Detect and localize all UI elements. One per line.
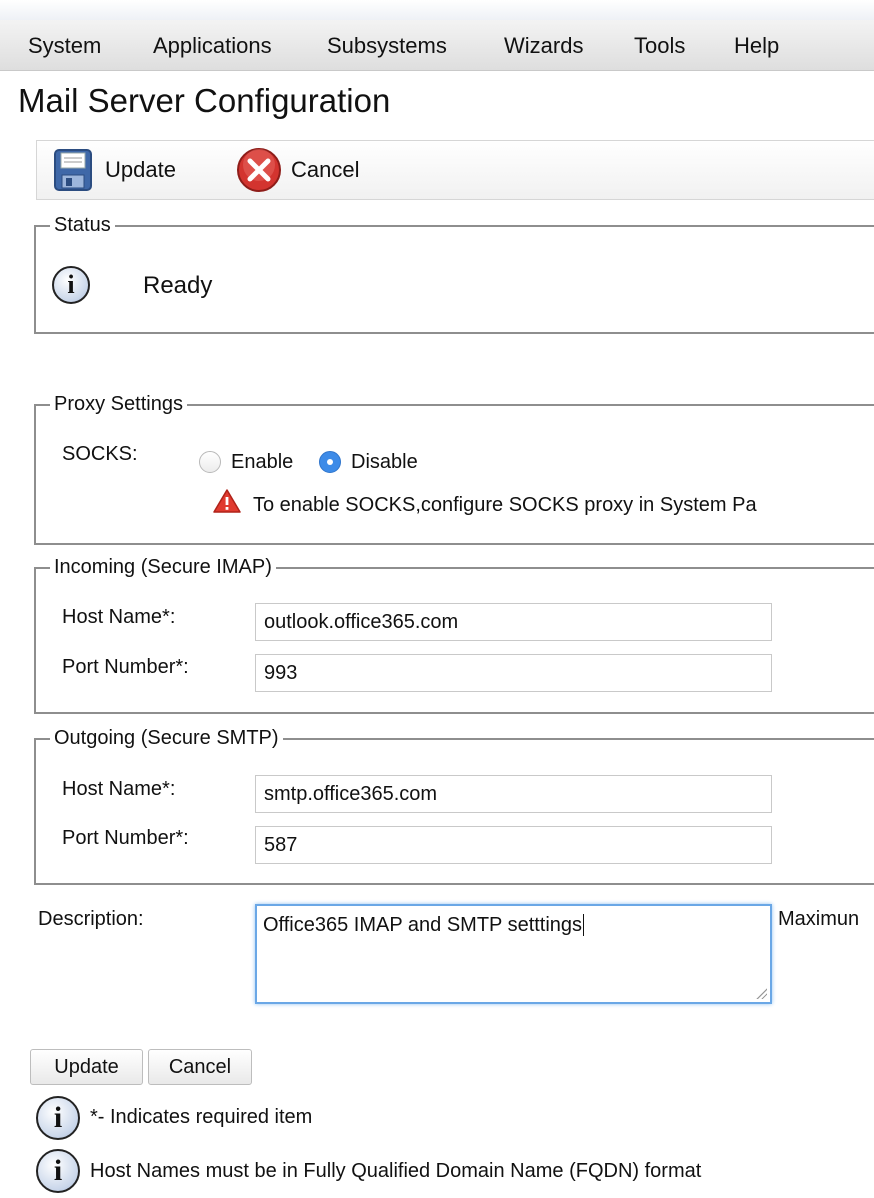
proxy-legend: Proxy Settings [54, 393, 183, 415]
socks-label: SOCKS: [62, 443, 138, 465]
status-text: Ready [143, 272, 213, 299]
menu-system[interactable]: System [28, 33, 101, 59]
incoming-host-label: Host Name*: [62, 606, 176, 628]
cancel-icon [237, 148, 281, 192]
description-label: Description: [38, 908, 144, 930]
info-icon: i [36, 1149, 80, 1193]
cancel-button[interactable]: Cancel [148, 1049, 252, 1085]
outgoing-host-input[interactable]: smtp.office365.com [255, 775, 772, 813]
outgoing-port-input[interactable]: 587 [255, 826, 772, 864]
window-top-strip [0, 0, 874, 20]
menu-bar: System Applications Subsystems Wizards T… [0, 20, 874, 71]
incoming-port-label: Port Number*: [62, 656, 189, 678]
description-text: Office365 IMAP and SMTP setttings [263, 914, 583, 936]
toolbar-cancel-button[interactable]: Cancel [235, 147, 359, 193]
socks-disable-radio[interactable] [319, 451, 341, 473]
status-legend: Status [54, 214, 111, 236]
menu-tools[interactable]: Tools [634, 33, 685, 59]
text-cursor [583, 914, 585, 936]
menu-applications[interactable]: Applications [153, 33, 272, 59]
resize-grip-icon[interactable] [755, 987, 767, 999]
socks-enable-label[interactable]: Enable [231, 451, 293, 474]
maximum-length-label: Maximun [778, 908, 860, 930]
toolbar-update-label: Update [105, 157, 176, 182]
info-icon: i [36, 1096, 80, 1140]
save-icon [54, 149, 92, 191]
fqdn-note: Host Names must be in Fully Qualified Do… [90, 1160, 702, 1182]
outgoing-legend: Outgoing (Secure SMTP) [54, 727, 279, 749]
incoming-host-input[interactable]: outlook.office365.com [255, 603, 772, 641]
socks-enable-radio[interactable] [199, 451, 221, 473]
info-icon: i [52, 266, 90, 304]
menu-help[interactable]: Help [734, 33, 779, 59]
required-note: *- Indicates required item [90, 1106, 313, 1128]
proxy-settings-panel: Proxy Settings [34, 393, 874, 545]
update-button[interactable]: Update [30, 1049, 143, 1085]
toolbar-update-button[interactable]: Update [53, 147, 176, 193]
menu-wizards[interactable]: Wizards [504, 33, 583, 59]
socks-warning-text: To enable SOCKS,configure SOCKS proxy in… [253, 494, 757, 516]
toolbar-cancel-label: Cancel [291, 157, 360, 182]
incoming-port-input[interactable]: 993 [255, 654, 772, 692]
socks-disable-label[interactable]: Disable [351, 451, 418, 474]
outgoing-host-label: Host Name*: [62, 778, 176, 800]
description-textarea[interactable]: Office365 IMAP and SMTP setttings [255, 904, 772, 1004]
incoming-legend: Incoming (Secure IMAP) [54, 556, 272, 578]
outgoing-port-label: Port Number*: [62, 827, 189, 849]
warning-icon [213, 489, 241, 513]
toolbar: Update Cancel [36, 140, 874, 200]
page-title: Mail Server Configuration [18, 82, 391, 119]
menu-subsystems[interactable]: Subsystems [327, 33, 447, 59]
